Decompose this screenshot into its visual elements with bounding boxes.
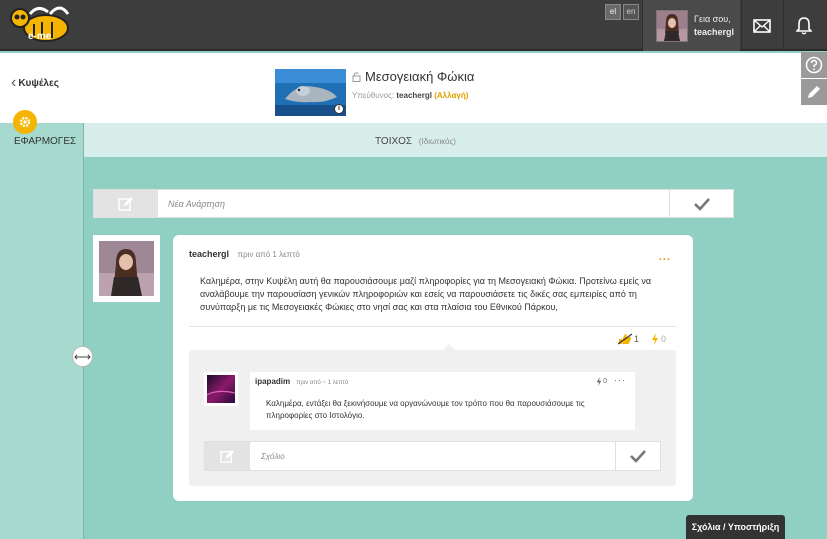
lightning-icon bbox=[652, 333, 658, 345]
back-label: Κυψέλες bbox=[18, 77, 59, 89]
new-post-icon-box bbox=[94, 190, 158, 217]
bell-icon bbox=[796, 16, 812, 34]
top-bar: e-me el en Γεια σου, teachergl bbox=[0, 0, 827, 51]
post-body: Καλημέρα, στην Κυψέλη αυτή θα παρουσιάσο… bbox=[200, 276, 652, 312]
group-title: Μεσογειακή Φώκια bbox=[365, 69, 475, 84]
lightning-icon bbox=[596, 377, 602, 386]
pencil-icon bbox=[808, 86, 820, 98]
new-post-input[interactable]: Νέα Ανάρτηση bbox=[168, 199, 225, 209]
envelope-icon bbox=[753, 18, 771, 33]
post-bolt-button[interactable]: 0 bbox=[651, 333, 666, 345]
user-greeting: Γεια σου, teachergl bbox=[694, 13, 734, 39]
apps-sidebar bbox=[0, 123, 84, 539]
post-like-count: 1 bbox=[634, 334, 640, 344]
notifications-button[interactable] bbox=[783, 0, 824, 51]
like-icon bbox=[618, 333, 632, 345]
messages-button[interactable] bbox=[741, 0, 782, 51]
comment-author-name[interactable]: ipapadim bbox=[255, 377, 290, 386]
post-card: teachergl πριν από 1 λεπτό ... Καλημέρα,… bbox=[173, 235, 693, 501]
comment-input-bar[interactable]: Σχόλιο bbox=[204, 441, 661, 471]
owner-label: Υπεύθυνος: bbox=[352, 91, 395, 100]
expand-arrows-icon[interactable]: ⟷ bbox=[72, 346, 93, 367]
comment-input[interactable]: Σχόλιο bbox=[261, 452, 285, 461]
post-time: πριν από 1 λεπτό bbox=[237, 250, 300, 259]
chevron-left-icon: ‹ bbox=[11, 74, 17, 91]
comment-bolt-count: 0 bbox=[603, 378, 607, 385]
comment-time: πριν από ~ 1 λεπτό bbox=[296, 380, 349, 386]
post-author-avatar[interactable] bbox=[93, 235, 160, 302]
edit-button[interactable] bbox=[801, 79, 827, 105]
user-menu[interactable]: Γεια σου, teachergl bbox=[642, 0, 740, 51]
comment-more-button[interactable]: ··· bbox=[614, 375, 626, 385]
post-author: teachergl πριν από 1 λεπτό bbox=[189, 249, 300, 259]
post-more-button[interactable]: ... bbox=[659, 251, 671, 263]
feedback-support-button[interactable]: Σχόλια / Υποστήριξη bbox=[686, 515, 785, 539]
comment-author-avatar[interactable] bbox=[204, 372, 238, 406]
group-header: ‹ Κυψέλες i Μεσογειακή Φώκια Υπεύθυνος: … bbox=[0, 53, 827, 123]
post-divider bbox=[189, 326, 676, 327]
new-post-bar[interactable]: Νέα Ανάρτηση bbox=[93, 189, 734, 218]
username-text: teachergl bbox=[694, 27, 735, 37]
back-to-hives-link[interactable]: ‹ Κυψέλες bbox=[11, 74, 59, 92]
gear-icon bbox=[19, 116, 31, 128]
e-me-logo[interactable]: e-me bbox=[8, 4, 72, 46]
check-icon bbox=[630, 450, 646, 463]
logo-text: e-me bbox=[28, 31, 52, 42]
comment-box: ipapadim πριν από ~ 1 λεπτό 0 ··· Καλημέ… bbox=[250, 372, 635, 430]
post-author-name[interactable]: teachergl bbox=[189, 249, 229, 259]
comment-body: Καλημέρα, εντάξει θα ξεκινήσουμε να οργα… bbox=[266, 399, 585, 420]
help-icon bbox=[805, 56, 823, 74]
greeting-text: Γεια σου, bbox=[694, 14, 731, 24]
check-icon bbox=[693, 197, 710, 211]
info-icon[interactable]: i bbox=[334, 104, 344, 114]
edit-note-icon bbox=[118, 196, 133, 211]
comments-notch bbox=[443, 344, 455, 350]
wall-label: ΤΟΙΧΟΣ bbox=[375, 136, 413, 147]
lang-el-button[interactable]: el bbox=[605, 4, 621, 20]
comments-area: ipapadim πριν από ~ 1 λεπτό 0 ··· Καλημέ… bbox=[189, 344, 676, 486]
group-owner: Υπεύθυνος: teachergl (Αλλαγή) bbox=[352, 91, 468, 100]
group-thumbnail[interactable]: i bbox=[275, 69, 346, 116]
comment-bolt-button[interactable]: 0 bbox=[596, 377, 607, 386]
new-post-submit-button[interactable] bbox=[669, 190, 733, 217]
wall-privacy: (Ιδιωτικός) bbox=[418, 137, 456, 146]
comment-author: ipapadim πριν από ~ 1 λεπτό bbox=[255, 377, 348, 386]
apps-button[interactable] bbox=[13, 110, 37, 134]
owner-name[interactable]: teachergl bbox=[396, 91, 432, 100]
change-owner-link[interactable]: (Αλλαγή) bbox=[434, 91, 468, 100]
apps-label[interactable]: ΕΦΑΡΜΟΓΕΣ bbox=[14, 136, 76, 147]
post-bolt-count: 0 bbox=[661, 334, 667, 344]
wall-tab[interactable]: ΤΟΙΧΟΣ (Ιδιωτικός) bbox=[375, 136, 456, 147]
lock-icon bbox=[352, 72, 361, 82]
post-like-button[interactable]: 1 bbox=[618, 333, 639, 345]
help-button[interactable] bbox=[801, 52, 827, 78]
comment-submit-button[interactable] bbox=[615, 442, 660, 470]
comment-icon-box bbox=[205, 442, 250, 470]
edit-note-icon bbox=[220, 449, 235, 463]
user-avatar bbox=[656, 10, 688, 42]
lang-en-button[interactable]: en bbox=[623, 4, 639, 20]
